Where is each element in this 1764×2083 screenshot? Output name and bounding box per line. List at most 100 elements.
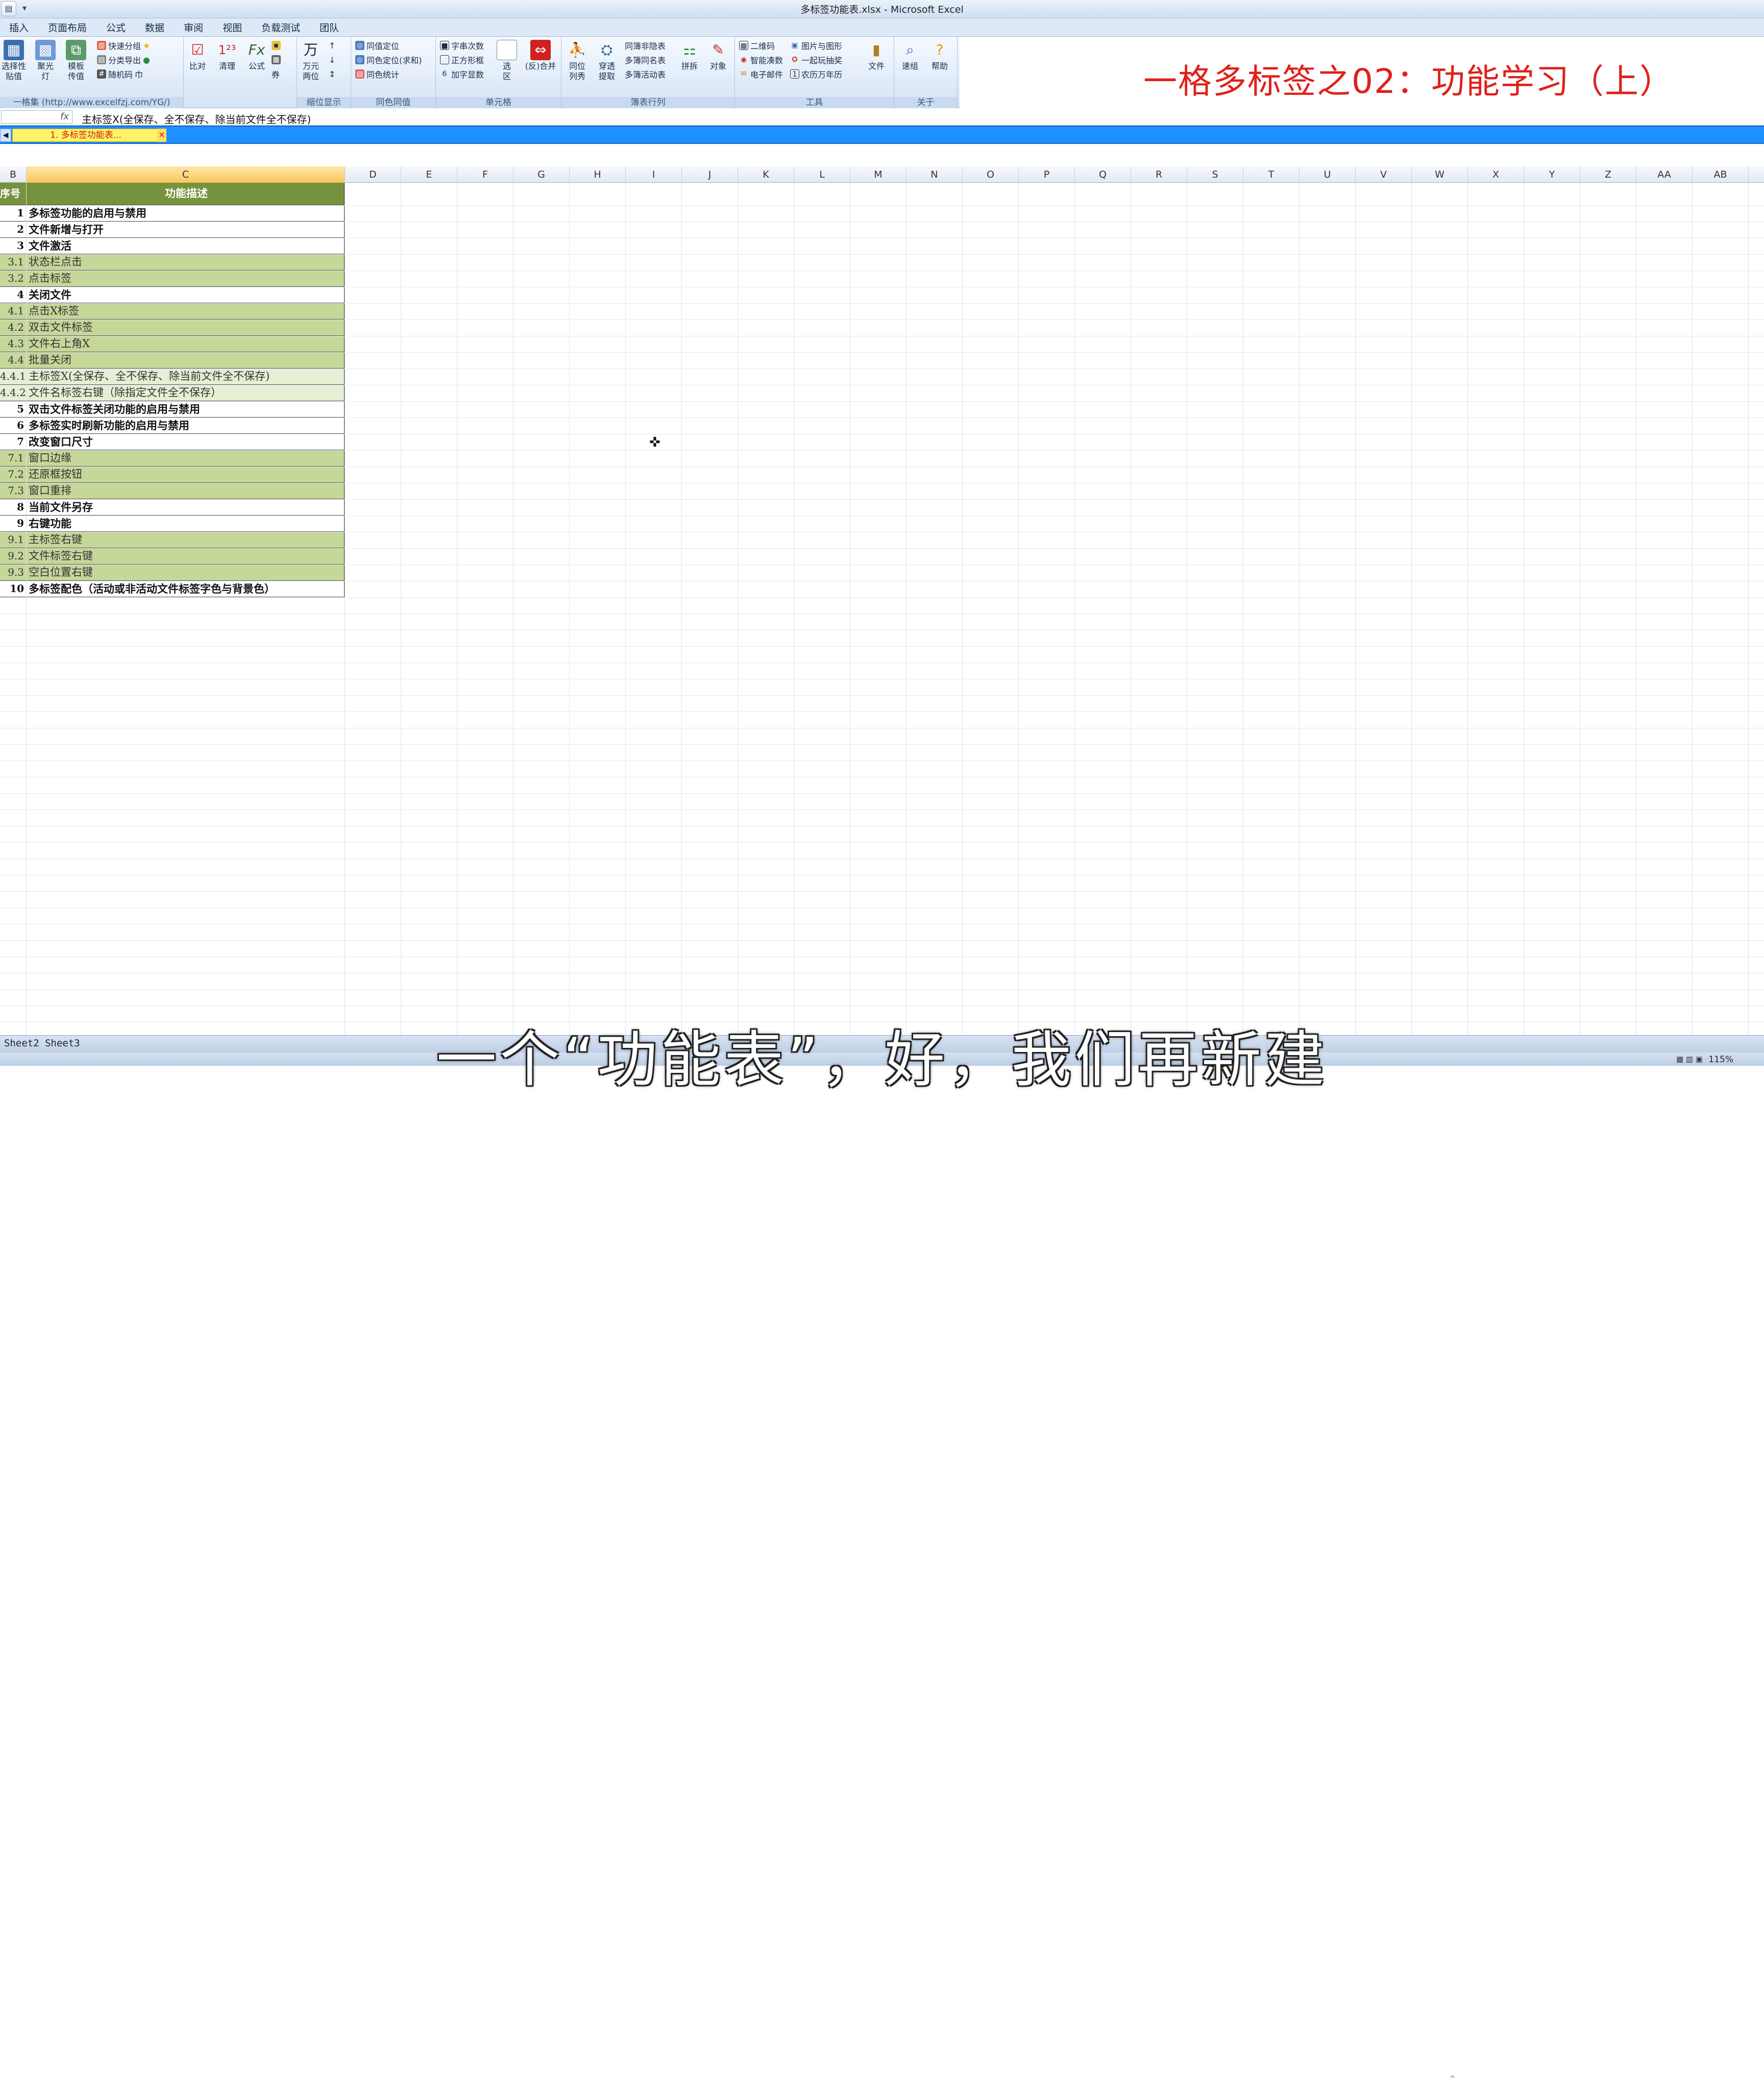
column-header-y[interactable]: Y (1524, 166, 1580, 183)
row-description-cell[interactable]: 文件标签右键 (27, 548, 345, 565)
row-description-cell[interactable]: 多标签配色（活动或非活动文件标签字色与背景色） (27, 581, 345, 597)
column-header-m[interactable]: M (850, 166, 906, 183)
column-header-q[interactable]: Q (1075, 166, 1131, 183)
column-header-f[interactable]: F (457, 166, 513, 183)
column-header-t[interactable]: T (1243, 166, 1300, 183)
row-description-cell[interactable]: 多标签功能的启用与禁用 (27, 205, 345, 222)
row-description-cell[interactable]: 批量关闭 (27, 352, 345, 369)
row-description-cell[interactable]: 当前文件另存 (27, 499, 345, 516)
row-number-cell[interactable]: 3.1 (0, 254, 27, 271)
row-number-cell[interactable]: 7 (0, 434, 27, 450)
column-header-j[interactable]: J (682, 166, 738, 183)
row-description-cell[interactable]: 点击标签 (27, 271, 345, 287)
menu-page-layout[interactable]: 页面布局 (48, 20, 87, 34)
image-shape-button[interactable]: ▣ 图片与图形 (790, 39, 842, 52)
row-description-cell[interactable]: 空白位置右键 (27, 565, 345, 581)
column-header-x[interactable]: X (1468, 166, 1524, 183)
close-icon[interactable]: × (157, 129, 166, 142)
compare-button[interactable]: ☑ 比对 (184, 40, 211, 71)
penetrate-extract-button[interactable]: ⛭ 穿透 提取 (593, 40, 621, 82)
category-export-button[interactable]: ▤ 分类导出 ● (97, 53, 150, 66)
row-number-cell[interactable]: 7.1 (0, 450, 27, 467)
same-color-stats-button[interactable]: ▤ 同色统计 (355, 67, 399, 81)
row-number-cell[interactable]: 4.2 (0, 320, 27, 336)
column-header-p[interactable]: P (1019, 166, 1075, 183)
column-header-i[interactable]: I (626, 166, 682, 183)
row-description-cell[interactable]: 双击文件标签关闭功能的启用与禁用 (27, 401, 345, 418)
decrease-decimal-button[interactable]: ↓ (329, 53, 335, 66)
file-button[interactable]: ▮ 文件 (863, 40, 890, 71)
qr-code-button[interactable]: ▦ 二维码 (739, 39, 775, 52)
fx-icon[interactable]: fx (60, 111, 69, 122)
column-header-r[interactable]: R (1131, 166, 1187, 183)
decimal-button[interactable]: ↕ (329, 67, 335, 81)
row-number-cell[interactable]: 9 (0, 516, 27, 532)
row-number-cell[interactable]: 9.3 (0, 565, 27, 581)
row-number-cell[interactable]: 5 (0, 401, 27, 418)
row-number-cell[interactable]: 6 (0, 418, 27, 434)
menu-view[interactable]: 视图 (223, 20, 242, 34)
formula-button[interactable]: Fx 公式 (243, 40, 271, 71)
string-count-button[interactable]: ■ 字串次数 (440, 39, 484, 52)
misc-tool-button-1[interactable]: ▪ (272, 39, 281, 52)
row-number-cell[interactable]: 7.2 (0, 467, 27, 483)
column-header-z[interactable]: Z (1580, 166, 1636, 183)
column-header-b[interactable]: B (0, 166, 27, 183)
column-header-k[interactable]: K (738, 166, 794, 183)
menu-team[interactable]: 团队 (320, 20, 339, 34)
column-header-u[interactable]: U (1300, 166, 1356, 183)
column-header-l[interactable]: L (794, 166, 850, 183)
row-description-cell[interactable]: 状态栏点击 (27, 254, 345, 271)
header-description[interactable]: 功能描述 (27, 183, 345, 205)
same-position-button[interactable]: ⛹ 同位 列秀 (564, 40, 591, 82)
row-description-cell[interactable]: 文件名标签右键（除指定文件全不保存） (27, 385, 345, 401)
misc-tool-button-2[interactable]: ▦ (272, 53, 281, 66)
file-tab[interactable]: 1. 多标签功能表... (12, 129, 159, 142)
menu-review[interactable]: 审阅 (184, 20, 203, 34)
worksheet-grid[interactable]: B C D E F G H I J K L M N O P Q R S T U V W X Y Z AA AB 序号 功能描述 1多… (0, 144, 1764, 1037)
row-description-cell[interactable]: 右键功能 (27, 516, 345, 532)
column-header-d[interactable]: D (345, 166, 401, 183)
row-description-cell[interactable]: 主标签右键 (27, 532, 345, 548)
column-header-h[interactable]: H (570, 166, 626, 183)
email-button[interactable]: ✉ 电子邮件 (739, 67, 783, 81)
row-number-cell[interactable]: 1 (0, 205, 27, 222)
column-header-aa[interactable]: AA (1636, 166, 1693, 183)
row-number-cell[interactable]: 3.2 (0, 271, 27, 287)
merge-button[interactable]: ⇔ (反)合并 (523, 40, 558, 71)
increase-decimal-button[interactable]: ↑ (329, 39, 335, 52)
row-number-cell[interactable]: 8 (0, 499, 27, 516)
spotlight-button[interactable]: ▩ 聚光 灯 (32, 40, 59, 82)
row-description-cell[interactable]: 文件右上角X (27, 336, 345, 352)
add-char-button[interactable]: 6 加字显数 (440, 67, 484, 81)
quick-group-button[interactable]: ▥ 快速分组 ★ (97, 39, 150, 52)
row-number-cell[interactable]: 3 (0, 238, 27, 254)
wan-yuan-button[interactable]: 万万元 两位 (297, 40, 325, 82)
paste-value-button[interactable]: ▦ 选择性 贴值 (0, 40, 28, 82)
speed-group-button[interactable]: ⌕ 速组 (896, 40, 924, 71)
template-value-button[interactable]: ⧉ 模板 传值 (62, 40, 90, 82)
row-description-cell[interactable]: 主标签X(全保存、全不保存、除当前文件全不保存) (27, 369, 345, 385)
same-color-sum-button[interactable]: ◎ 同色定位(求和) (355, 53, 422, 66)
row-number-cell[interactable]: 4.4.1 (0, 369, 27, 385)
multi-book-active-button[interactable]: 多簿活动表 (625, 67, 666, 81)
row-number-cell[interactable]: 2 (0, 222, 27, 238)
lottery-button[interactable]: ✪ 一起玩抽奖 (790, 53, 842, 66)
row-description-cell[interactable]: 还原框按钮 (27, 467, 345, 483)
row-description-cell[interactable]: 改变窗口尺寸 (27, 434, 345, 450)
column-header-ab[interactable]: AB (1693, 166, 1749, 183)
random-code-button[interactable]: # 随机码巾 (97, 67, 143, 81)
column-header-n[interactable]: N (906, 166, 963, 183)
row-number-cell[interactable]: 4.3 (0, 336, 27, 352)
same-book-sheet-button[interactable]: 同簿非隐表 (625, 39, 666, 52)
row-number-cell[interactable]: 4.4 (0, 352, 27, 369)
split-merge-button[interactable]: ⚏ 拼拆 (676, 40, 703, 71)
row-description-cell[interactable]: 窗口边缘 (27, 450, 345, 467)
row-description-cell[interactable]: 点击X标签 (27, 303, 345, 320)
row-description-cell[interactable]: 关闭文件 (27, 287, 345, 303)
column-header-w[interactable]: W (1412, 166, 1468, 183)
row-description-cell[interactable]: 文件激活 (27, 238, 345, 254)
row-number-cell[interactable]: 10 (0, 581, 27, 597)
row-description-cell[interactable]: 文件新增与打开 (27, 222, 345, 238)
row-description-cell[interactable]: 窗口重排 (27, 483, 345, 499)
